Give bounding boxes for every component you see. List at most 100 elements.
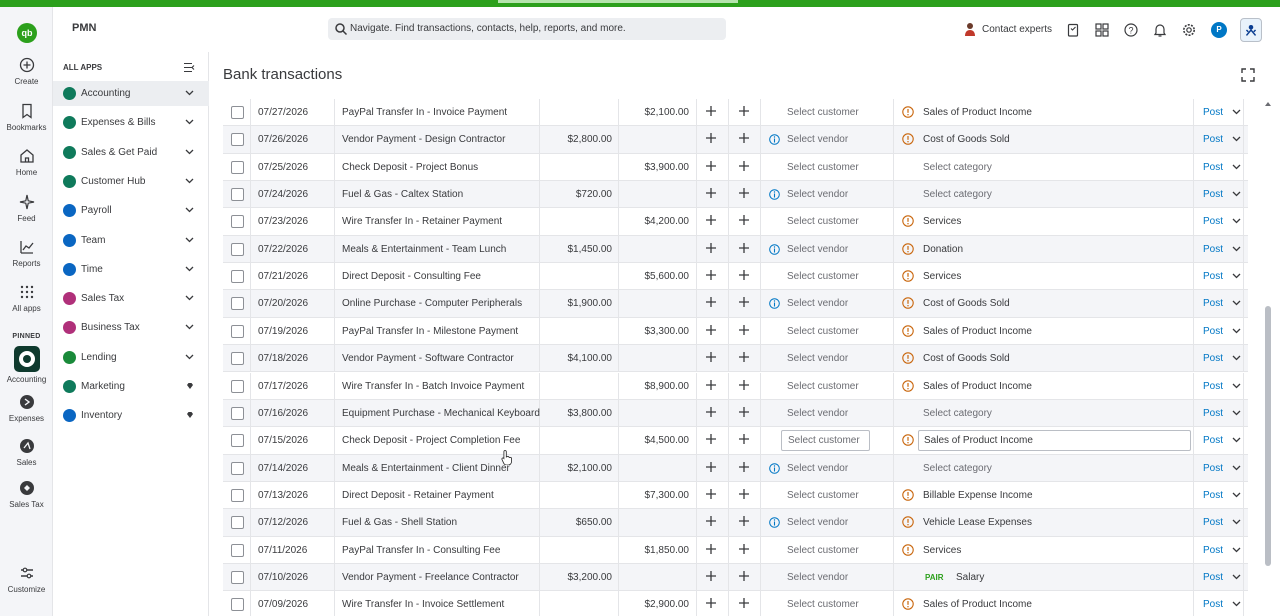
app-sales-tax[interactable]: Sales Tax xyxy=(53,286,209,311)
add-plus-icon[interactable] xyxy=(739,188,749,199)
rail-item-reports[interactable]: Reports xyxy=(0,238,53,268)
add-plus-icon[interactable] xyxy=(739,297,749,308)
row-checkbox[interactable] xyxy=(231,215,244,229)
add-plus-icon[interactable] xyxy=(739,570,749,581)
row-checkbox[interactable] xyxy=(231,188,244,202)
warning-icon[interactable] xyxy=(902,489,914,501)
category-select[interactable]: Salary xyxy=(956,572,984,583)
row-checkbox[interactable] xyxy=(231,270,244,284)
category-select[interactable]: Sales of Product Income xyxy=(923,326,1032,337)
chevron-down-icon[interactable] xyxy=(185,354,194,360)
category-select[interactable]: Services xyxy=(923,216,961,227)
chevron-down-icon[interactable] xyxy=(1232,437,1241,443)
info-icon[interactable] xyxy=(769,134,780,146)
chevron-down-icon[interactable] xyxy=(1232,136,1241,142)
transaction-row[interactable]: 07/19/2026 PayPal Transfer In - Milestone… xyxy=(223,317,1248,346)
company-name[interactable]: PMN xyxy=(72,22,96,34)
payee-select[interactable]: Select vendor xyxy=(787,353,848,364)
category-select[interactable]: Billable Expense Income xyxy=(923,490,1033,501)
collapse-menu-icon[interactable] xyxy=(184,62,196,73)
add-plus-icon[interactable] xyxy=(739,461,749,472)
transaction-row[interactable]: 07/13/2026 Direct Deposit - Retainer Paym… xyxy=(223,481,1248,510)
app-business-tax[interactable]: Business Tax xyxy=(53,315,209,340)
transaction-row[interactable]: 07/21/2026 Direct Deposit - Consulting Fe… xyxy=(223,263,1248,291)
chevron-down-icon[interactable] xyxy=(1232,355,1241,361)
chevron-down-icon[interactable] xyxy=(185,90,194,96)
chevron-down-icon[interactable] xyxy=(1232,164,1241,170)
transaction-row[interactable]: 07/12/2026 Fuel & Gas - Shell Station $650… xyxy=(223,509,1248,537)
row-checkbox[interactable] xyxy=(231,297,244,311)
rail-item-feed[interactable]: Feed xyxy=(0,193,53,223)
global-search-bar[interactable]: Navigate. Find transactions, contacts, h… xyxy=(328,18,726,40)
add-plus-icon[interactable] xyxy=(706,324,716,335)
transaction-row[interactable]: 07/27/2026 PayPal Transfer In - Invoice P… xyxy=(223,99,1248,127)
app-sales-get-paid[interactable]: Sales & Get Paid xyxy=(53,140,209,165)
transaction-row[interactable]: 07/18/2026 Vendor Payment - Software Cont… xyxy=(223,345,1248,373)
warning-icon[interactable] xyxy=(902,543,914,556)
clipboard-icon[interactable] xyxy=(1065,22,1081,38)
add-plus-icon[interactable] xyxy=(739,598,749,609)
info-icon[interactable] xyxy=(769,243,780,255)
app-expenses-bills[interactable]: Expenses & Bills xyxy=(53,110,209,135)
add-plus-icon[interactable] xyxy=(739,543,749,554)
post-button[interactable]: Post xyxy=(1203,298,1223,309)
warning-icon[interactable] xyxy=(902,243,914,255)
info-icon[interactable] xyxy=(769,462,780,474)
add-plus-icon[interactable] xyxy=(706,406,716,417)
payee-select[interactable]: Select customer xyxy=(787,545,859,556)
category-select[interactable]: Sales of Product Income xyxy=(918,430,1191,452)
transaction-row[interactable]: 07/25/2026 Check Deposit - Project Bonus $… xyxy=(223,153,1248,182)
add-plus-icon[interactable] xyxy=(739,516,749,527)
chevron-down-icon[interactable] xyxy=(1232,383,1241,389)
chevron-down-icon[interactable] xyxy=(1232,109,1241,115)
gear-icon[interactable] xyxy=(1181,22,1197,38)
row-checkbox[interactable] xyxy=(231,570,244,584)
transaction-row[interactable]: 07/16/2026 Equipment Purchase - Mechanica… xyxy=(223,399,1248,428)
post-button[interactable]: Post xyxy=(1203,517,1223,528)
payee-select[interactable]: Select customer xyxy=(787,216,859,227)
chevron-down-icon[interactable] xyxy=(1232,574,1241,580)
chevron-down-icon[interactable] xyxy=(1232,328,1241,334)
chevron-down-icon[interactable] xyxy=(185,178,194,184)
warning-icon[interactable] xyxy=(902,215,914,228)
category-select[interactable]: Donation xyxy=(923,244,963,255)
transaction-row[interactable]: 07/24/2026 Fuel & Gas - Caltex Station $72… xyxy=(223,181,1248,209)
chevron-down-icon[interactable] xyxy=(185,295,194,301)
chevron-down-icon[interactable] xyxy=(1232,246,1241,252)
add-plus-icon[interactable] xyxy=(739,324,749,335)
vertical-scrollbar[interactable] xyxy=(1262,96,1274,616)
app-team[interactable]: Team xyxy=(53,228,209,253)
post-button[interactable]: Post xyxy=(1203,572,1223,583)
info-icon[interactable] xyxy=(769,189,780,200)
row-checkbox[interactable] xyxy=(231,406,244,420)
add-plus-icon[interactable] xyxy=(739,270,749,281)
row-checkbox[interactable] xyxy=(231,242,244,256)
payee-select[interactable]: Select customer xyxy=(787,599,859,610)
transaction-row[interactable]: 07/20/2026 Online Purchase - Computer Per… xyxy=(223,290,1248,318)
chevron-down-icon[interactable] xyxy=(185,266,194,272)
contact-experts-button[interactable]: Contact experts xyxy=(962,20,1062,40)
row-checkbox[interactable] xyxy=(231,352,244,366)
warning-icon[interactable] xyxy=(902,516,914,528)
add-plus-icon[interactable] xyxy=(706,434,716,445)
post-button[interactable]: Post xyxy=(1203,134,1223,145)
bell-icon[interactable] xyxy=(1152,22,1168,38)
post-button[interactable]: Post xyxy=(1203,381,1223,392)
chevron-down-icon[interactable] xyxy=(185,207,194,213)
rail-pinned-accounting[interactable]: Accounting xyxy=(0,346,53,384)
payee-select[interactable]: Select customer xyxy=(781,430,870,452)
payee-select[interactable]: Select customer xyxy=(787,326,859,337)
add-plus-icon[interactable] xyxy=(706,543,716,554)
chevron-down-icon[interactable] xyxy=(1232,601,1241,607)
chevron-down-icon[interactable] xyxy=(1232,300,1241,306)
add-plus-icon[interactable] xyxy=(706,160,716,171)
category-select[interactable]: Select category xyxy=(923,463,992,474)
scrollbar-thumb[interactable] xyxy=(1265,306,1271,566)
add-plus-icon[interactable] xyxy=(706,242,716,253)
chevron-down-icon[interactable] xyxy=(1232,410,1241,416)
payee-select[interactable]: Select vendor xyxy=(787,244,848,255)
post-button[interactable]: Post xyxy=(1203,490,1223,501)
add-plus-icon[interactable] xyxy=(706,461,716,472)
add-plus-icon[interactable] xyxy=(706,598,716,609)
add-plus-icon[interactable] xyxy=(739,434,749,445)
